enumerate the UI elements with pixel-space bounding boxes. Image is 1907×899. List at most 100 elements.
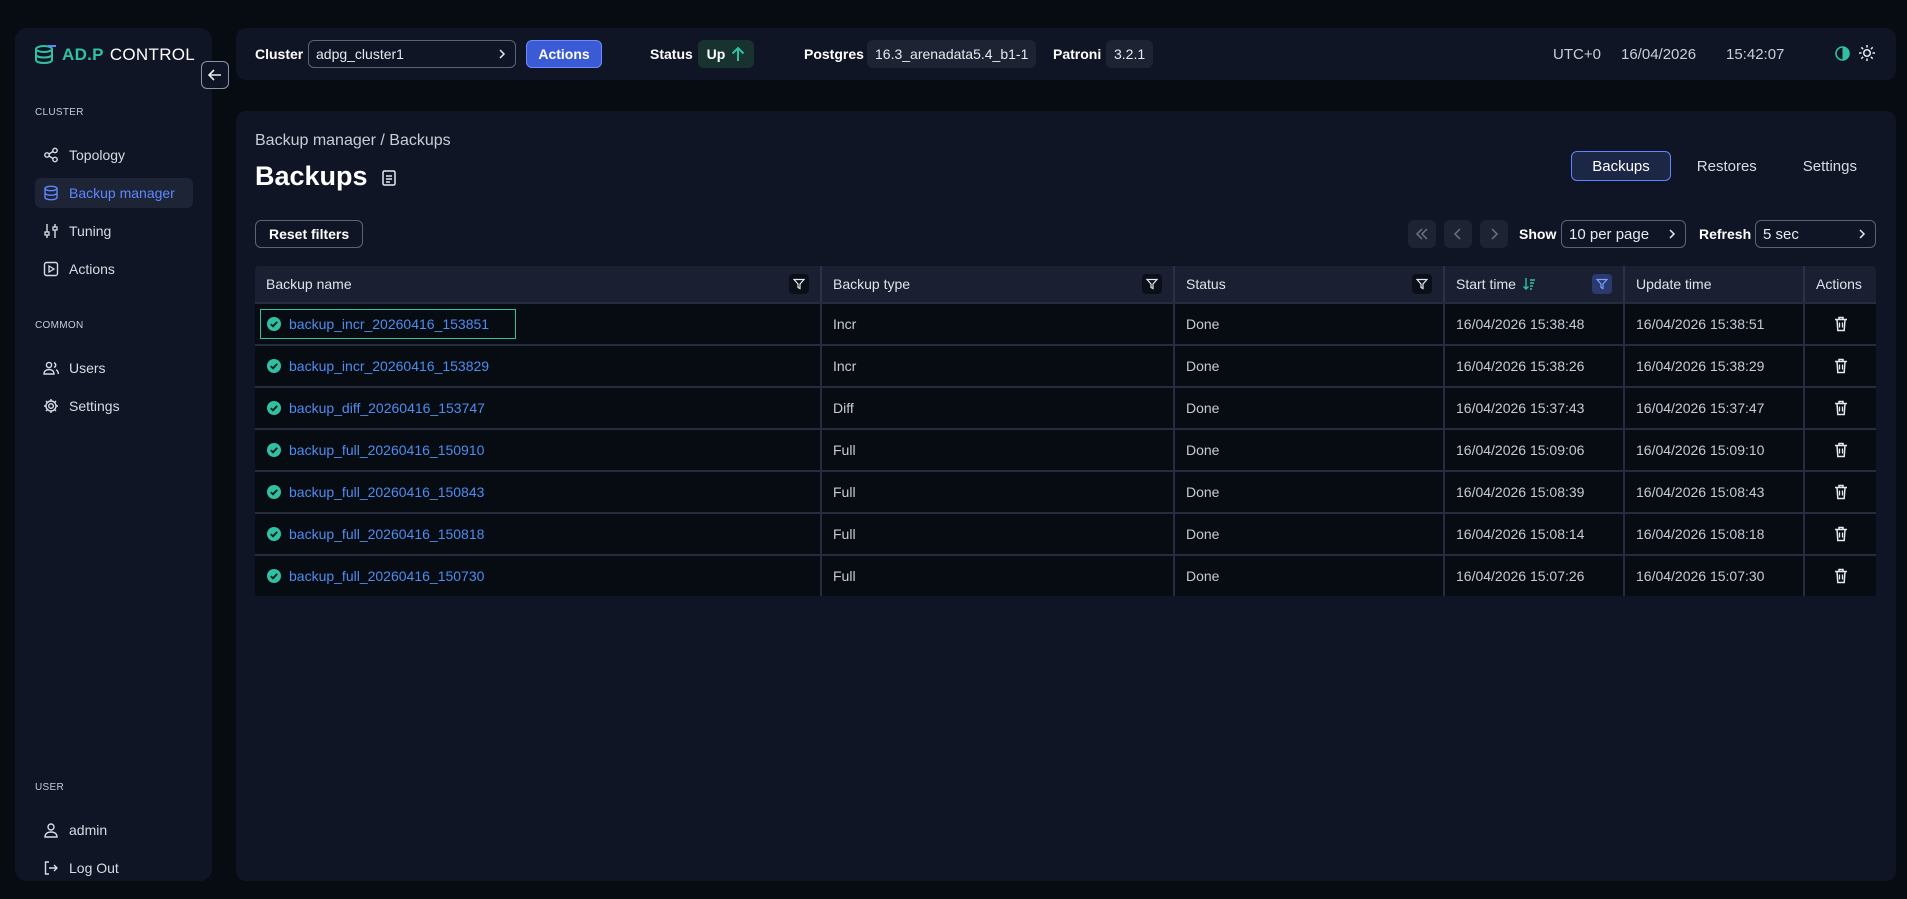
main-panel: Backup manager / Backups Backups Backups…	[236, 111, 1896, 881]
cell-status: Done	[1175, 430, 1445, 470]
sidebar-item-admin[interactable]: admin	[35, 815, 193, 845]
sidebar-item-label: admin	[69, 822, 108, 838]
cell-update-time: 16/04/2026 15:38:29	[1625, 346, 1805, 386]
filter-icon[interactable]	[1142, 274, 1162, 294]
database-icon	[44, 185, 58, 201]
cell-actions	[1805, 514, 1876, 554]
refresh-select[interactable]: 5 sec	[1755, 220, 1876, 248]
next-page-button[interactable]	[1480, 220, 1508, 248]
column-title: Backup name	[266, 276, 352, 292]
cell-status: Done	[1175, 556, 1445, 596]
per-page-select[interactable]: 10 per page	[1561, 220, 1686, 248]
trash-icon[interactable]	[1832, 525, 1850, 543]
table-row: backup_full_20260416_150843 Full Done 16…	[255, 470, 1876, 512]
column-header-actions: Actions	[1805, 266, 1876, 302]
sun-icon[interactable]	[1858, 44, 1876, 62]
document-icon[interactable]	[379, 168, 399, 188]
cell-status: Done	[1175, 346, 1445, 386]
section-label-user: USER	[35, 782, 64, 793]
status-value: Up	[706, 46, 726, 62]
backup-name-link[interactable]: backup_diff_20260416_153747	[289, 400, 485, 416]
logo-product: CONTROL	[109, 45, 196, 64]
trash-icon[interactable]	[1832, 441, 1850, 459]
cell-backup-type: Full	[822, 430, 1175, 470]
column-header-status: Status	[1175, 266, 1445, 302]
breadcrumb: Backup manager / Backups	[255, 132, 451, 149]
sidebar-item-backup-manager[interactable]: Backup manager	[35, 178, 193, 208]
first-page-button[interactable]	[1408, 220, 1436, 248]
sidebar-item-logout[interactable]: Log Out	[35, 853, 193, 883]
cluster-label: Cluster	[255, 46, 304, 62]
cell-start-time: 16/04/2026 15:08:14	[1445, 514, 1625, 554]
trash-icon[interactable]	[1832, 399, 1850, 417]
collapse-sidebar-button[interactable]	[201, 61, 229, 89]
backups-table: Backup name Backup type Status Start tim…	[255, 266, 1876, 596]
sidebar-item-topology[interactable]: Topology	[35, 140, 193, 170]
backup-name-box: backup_full_20260416_150818	[260, 519, 491, 549]
trash-icon[interactable]	[1832, 567, 1850, 585]
reset-filters-button[interactable]: Reset filters	[255, 220, 364, 248]
table-header: Backup name Backup type Status Start tim…	[255, 266, 1876, 302]
logo[interactable]: AD.P CONTROL	[34, 42, 195, 68]
check-circle-icon	[267, 401, 281, 415]
sidebar-item-label: Backup manager	[69, 185, 175, 201]
cluster-value: adpg_cluster1	[316, 46, 404, 62]
user-icon	[44, 823, 58, 838]
cell-actions	[1805, 388, 1876, 428]
cell-start-time: 16/04/2026 15:07:26	[1445, 556, 1625, 596]
cell-start-time: 16/04/2026 15:37:43	[1445, 388, 1625, 428]
cell-backup-type: Full	[822, 514, 1175, 554]
backup-name-link[interactable]: backup_full_20260416_150818	[289, 526, 484, 542]
backup-name-link[interactable]: backup_full_20260416_150910	[289, 442, 484, 458]
sidebar-item-users[interactable]: Users	[35, 353, 193, 383]
logout-icon	[44, 861, 58, 875]
cell-backup-name: backup_full_20260416_150818	[255, 514, 822, 554]
column-header-start-time[interactable]: Start time	[1445, 266, 1625, 302]
backup-name-link[interactable]: backup_full_20260416_150843	[289, 484, 484, 500]
sidebar-item-tuning[interactable]: Tuning	[35, 216, 193, 246]
cell-backup-type: Diff	[822, 388, 1175, 428]
prev-page-button[interactable]	[1444, 220, 1472, 248]
cell-status: Done	[1175, 388, 1445, 428]
backup-name-link[interactable]: backup_incr_20260416_153829	[289, 358, 489, 374]
cluster-select[interactable]: adpg_cluster1	[308, 40, 516, 68]
sidebar-item-label: Settings	[69, 398, 120, 414]
sort-descending-icon[interactable]	[1522, 277, 1536, 291]
sidebar-item-label: Log Out	[69, 860, 119, 876]
trash-icon[interactable]	[1832, 483, 1850, 501]
column-title: Status	[1186, 276, 1226, 292]
backup-name-box: backup_full_20260416_150910	[260, 435, 491, 465]
column-header-update-time: Update time	[1625, 266, 1805, 302]
table-body: backup_incr_20260416_153851 Incr Done 16…	[255, 302, 1876, 596]
backup-name-box: backup_diff_20260416_153747	[260, 393, 492, 423]
tab-backups[interactable]: Backups	[1571, 151, 1671, 181]
cell-update-time: 16/04/2026 15:08:43	[1625, 472, 1805, 512]
patroni-label: Patroni	[1053, 46, 1102, 62]
cell-backup-name: backup_incr_20260416_153829	[255, 346, 822, 386]
cell-update-time: 16/04/2026 15:38:51	[1625, 304, 1805, 344]
sliders-icon	[44, 224, 58, 238]
filter-icon[interactable]	[1412, 274, 1432, 294]
sidebar-item-actions[interactable]: Actions	[35, 254, 193, 284]
filter-icon[interactable]	[1592, 274, 1612, 294]
cell-backup-type: Incr	[822, 304, 1175, 344]
show-label: Show	[1519, 226, 1557, 242]
tab-settings[interactable]: Settings	[1783, 151, 1877, 181]
cell-start-time: 16/04/2026 15:38:48	[1445, 304, 1625, 344]
sidebar-item-settings[interactable]: Settings	[35, 391, 193, 421]
backup-name-link[interactable]: backup_incr_20260416_153851	[289, 316, 489, 332]
users-icon	[43, 361, 59, 375]
table-row: backup_full_20260416_150818 Full Done 16…	[255, 512, 1876, 554]
topology-icon	[44, 147, 58, 163]
per-page-value: 10 per page	[1569, 225, 1650, 243]
column-title: Start time	[1456, 276, 1516, 292]
trash-icon[interactable]	[1832, 357, 1850, 375]
cell-backup-type: Full	[822, 472, 1175, 512]
actions-button[interactable]: Actions	[526, 40, 602, 68]
filter-icon[interactable]	[789, 274, 809, 294]
theme-contrast-icon[interactable]	[1834, 45, 1851, 62]
backup-name-link[interactable]: backup_full_20260416_150730	[289, 568, 484, 584]
trash-icon[interactable]	[1832, 315, 1850, 333]
tab-restores[interactable]: Restores	[1677, 151, 1777, 181]
cell-actions	[1805, 472, 1876, 512]
